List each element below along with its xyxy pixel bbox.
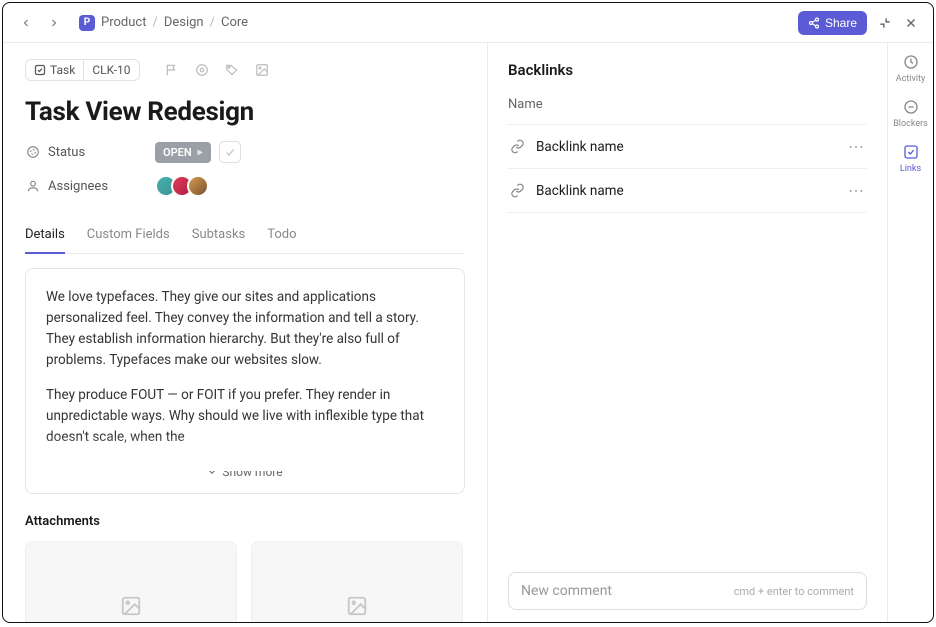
status-label: Status (48, 145, 85, 160)
chevron-right-icon: ▸ (198, 147, 203, 158)
tab-details[interactable]: Details (25, 219, 65, 254)
breadcrumb-sep: / (152, 15, 157, 30)
rail-item-blockers[interactable]: Blockers (893, 98, 928, 129)
nav-back-icon[interactable] (17, 14, 35, 32)
breadcrumb-item[interactable]: Product (101, 15, 146, 30)
tab-subtasks[interactable]: Subtasks (192, 219, 246, 253)
assignees-label: Assignees (48, 179, 108, 194)
task-chip[interactable]: Task CLK-10 (25, 59, 140, 81)
status-pill[interactable]: OPEN ▸ (155, 142, 211, 163)
links-icon (902, 143, 920, 161)
side-column-header: Name (508, 97, 867, 112)
assignees-avatars[interactable] (155, 175, 209, 197)
breadcrumb: P Product / Design / Core (79, 15, 248, 31)
share-button[interactable]: Share (798, 11, 867, 35)
task-type-label: Task (50, 63, 75, 77)
more-icon[interactable]: ⋯ (848, 181, 865, 200)
comment-hint: cmd + enter to comment (734, 585, 854, 598)
flag-icon[interactable] (164, 62, 180, 78)
complete-checkbox[interactable] (219, 141, 241, 163)
collapse-icon[interactable] (877, 15, 893, 31)
chevron-down-icon (207, 467, 217, 477)
tabs: Details Custom Fields Subtasks Todo (25, 219, 465, 254)
status-value: OPEN (163, 146, 192, 159)
link-icon (510, 139, 526, 155)
backlink-item[interactable]: Backlink name ⋯ (508, 169, 867, 213)
task-icon (34, 64, 46, 76)
nav-forward-icon[interactable] (45, 14, 63, 32)
backlink-label: Backlink name (536, 183, 838, 199)
topbar: P Product / Design / Core Share (3, 3, 933, 43)
activity-icon (902, 53, 920, 71)
sprint-icon[interactable] (194, 62, 210, 78)
image-icon (346, 595, 368, 617)
task-id: CLK-10 (83, 60, 138, 80)
tab-custom-fields[interactable]: Custom Fields (87, 219, 170, 253)
description-card: We love typefaces. They give our sites a… (25, 268, 465, 494)
side-title: Backlinks (508, 61, 867, 79)
status-icon (25, 145, 40, 160)
tag-icon[interactable] (224, 62, 240, 78)
breadcrumb-sep: / (210, 15, 215, 30)
breadcrumb-item[interactable]: Design (164, 15, 204, 30)
main-panel: Task CLK-10 Task View Redesign Status (3, 43, 487, 622)
project-icon: P (79, 15, 95, 31)
blockers-icon (902, 98, 920, 116)
side-panel: Backlinks Name Backlink name ⋯ Backlink … (487, 43, 887, 622)
attachments-heading: Attachments (25, 514, 465, 529)
rail-label: Links (900, 164, 921, 174)
show-more-button[interactable]: Show more (46, 461, 444, 483)
image-icon[interactable] (254, 62, 270, 78)
breadcrumb-item[interactable]: Core (221, 15, 248, 30)
comment-placeholder: New comment (521, 583, 734, 599)
close-icon[interactable] (903, 15, 919, 31)
attachment-placeholder[interactable] (251, 541, 463, 622)
rail-label: Activity (896, 74, 925, 84)
tab-todo[interactable]: Todo (267, 219, 296, 253)
attachment-placeholder[interactable] (25, 541, 237, 622)
comment-input[interactable]: New comment cmd + enter to comment (508, 572, 867, 610)
page-title: Task View Redesign (25, 97, 465, 127)
image-icon (120, 595, 142, 617)
share-label: Share (825, 16, 857, 30)
rail-item-links[interactable]: Links (900, 143, 921, 174)
link-icon (510, 183, 526, 199)
person-icon (25, 179, 40, 194)
show-more-label: Show more (222, 465, 282, 479)
backlink-item[interactable]: Backlink name ⋯ (508, 125, 867, 169)
avatar[interactable] (187, 175, 209, 197)
backlink-label: Backlink name (536, 139, 838, 155)
rail-item-activity[interactable]: Activity (896, 53, 925, 84)
description-paragraph: We love typefaces. They give our sites a… (46, 287, 444, 371)
right-rail: Activity Blockers Links (887, 43, 933, 622)
rail-label: Blockers (893, 119, 928, 129)
description-paragraph: They produce FOUT — or FOIT if you prefe… (46, 385, 444, 448)
more-icon[interactable]: ⋯ (848, 137, 865, 156)
